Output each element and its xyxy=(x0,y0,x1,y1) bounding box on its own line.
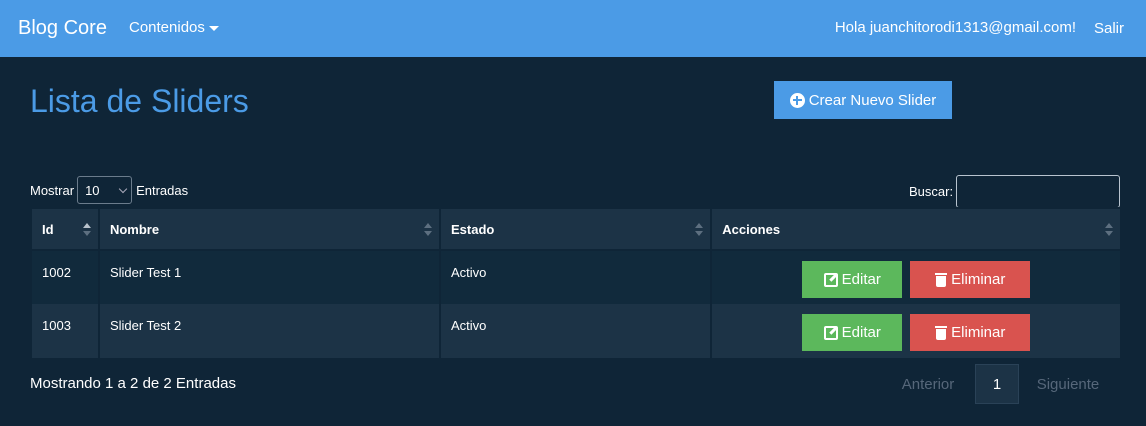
edit-icon xyxy=(823,272,838,287)
column-header-status[interactable]: Estado xyxy=(438,207,713,251)
table-row: 1002 Slider Test 1 Activo Editar Elimina… xyxy=(30,250,1122,304)
edit-label: Editar xyxy=(841,324,881,341)
edit-icon xyxy=(823,325,838,340)
cell-name: Slider Test 2 xyxy=(97,304,441,358)
column-header-label: Nombre xyxy=(109,221,160,237)
table-row: 1003 Slider Test 2 Activo Editar Elimina… xyxy=(30,304,1122,358)
page-title: Lista de Sliders xyxy=(30,83,249,119)
delete-label: Eliminar xyxy=(951,324,1006,341)
logout-link[interactable]: Salir xyxy=(1094,20,1124,37)
trash-icon xyxy=(935,325,948,340)
column-header-label: Estado xyxy=(450,221,495,237)
column-header-label: Id xyxy=(42,221,54,237)
row-actions: Editar Eliminar xyxy=(802,261,1110,298)
entries-label: Entradas xyxy=(136,182,189,198)
create-slider-button[interactable]: Crear Nuevo Slider xyxy=(774,81,952,119)
column-header-id[interactable]: Id xyxy=(30,207,100,251)
trash-icon xyxy=(935,272,948,287)
contenidos-label: Contenidos xyxy=(129,19,205,36)
search-input[interactable] xyxy=(956,175,1121,208)
cell-actions: Editar Eliminar xyxy=(710,250,1122,304)
table-header-row: Id Nombre Estado Acciones xyxy=(30,207,1122,251)
create-slider-label: Crear Nuevo Slider xyxy=(808,91,937,109)
brand-link[interactable]: Blog Core xyxy=(18,17,107,40)
caret-down-icon xyxy=(208,25,219,31)
cell-name: Slider Test 1 xyxy=(97,250,441,304)
edit-label: Editar xyxy=(841,271,881,288)
user-greeting: Hola juanchitorodi1313@gmail.com! xyxy=(834,19,1076,36)
column-header-label: Acciones xyxy=(722,221,781,237)
page-length-value: 10 xyxy=(85,182,100,198)
contenidos-dropdown[interactable]: Contenidos xyxy=(129,19,219,36)
cell-id: 1003 xyxy=(30,304,100,358)
pagination-page[interactable]: 1 xyxy=(975,364,1019,404)
cell-actions: Editar Eliminar xyxy=(710,304,1122,358)
cell-id: 1002 xyxy=(30,250,100,304)
chevron-down-icon xyxy=(118,184,128,193)
pagination-previous[interactable]: Anterior xyxy=(884,364,972,404)
edit-button[interactable]: Editar xyxy=(802,314,903,351)
row-actions: Editar Eliminar xyxy=(802,314,1110,351)
pagination: Anterior 1 Siguiente xyxy=(884,364,1114,404)
search-control: Buscar: xyxy=(909,175,1121,208)
sort-icon xyxy=(423,223,432,237)
cell-status: Activo xyxy=(438,250,713,304)
column-header-name[interactable]: Nombre xyxy=(97,207,441,251)
plus-circle-icon xyxy=(789,92,805,108)
search-label: Buscar: xyxy=(909,184,954,199)
column-header-actions[interactable]: Acciones xyxy=(710,207,1122,251)
cell-status: Activo xyxy=(438,304,713,358)
table-info: Mostrando 1 a 2 de 2 Entradas xyxy=(30,375,236,392)
page-length-select[interactable]: 10 xyxy=(77,176,133,204)
sliders-table: Id Nombre Estado Acciones 1002 Slider Te… xyxy=(30,207,1122,358)
navbar: Blog Core Contenidos Hola juanchitorodi1… xyxy=(0,0,1146,57)
pagination-next[interactable]: Siguiente xyxy=(1022,364,1114,404)
edit-button[interactable]: Editar xyxy=(802,261,903,298)
delete-button[interactable]: Eliminar xyxy=(910,261,1031,298)
delete-button[interactable]: Eliminar xyxy=(910,314,1031,351)
page-length-control: Mostrar 10 Entradas xyxy=(30,176,188,204)
show-label: Mostrar xyxy=(30,182,75,198)
delete-label: Eliminar xyxy=(951,271,1006,288)
sort-icon xyxy=(1105,223,1113,237)
sort-asc-icon xyxy=(82,223,91,237)
sort-icon xyxy=(695,223,704,237)
